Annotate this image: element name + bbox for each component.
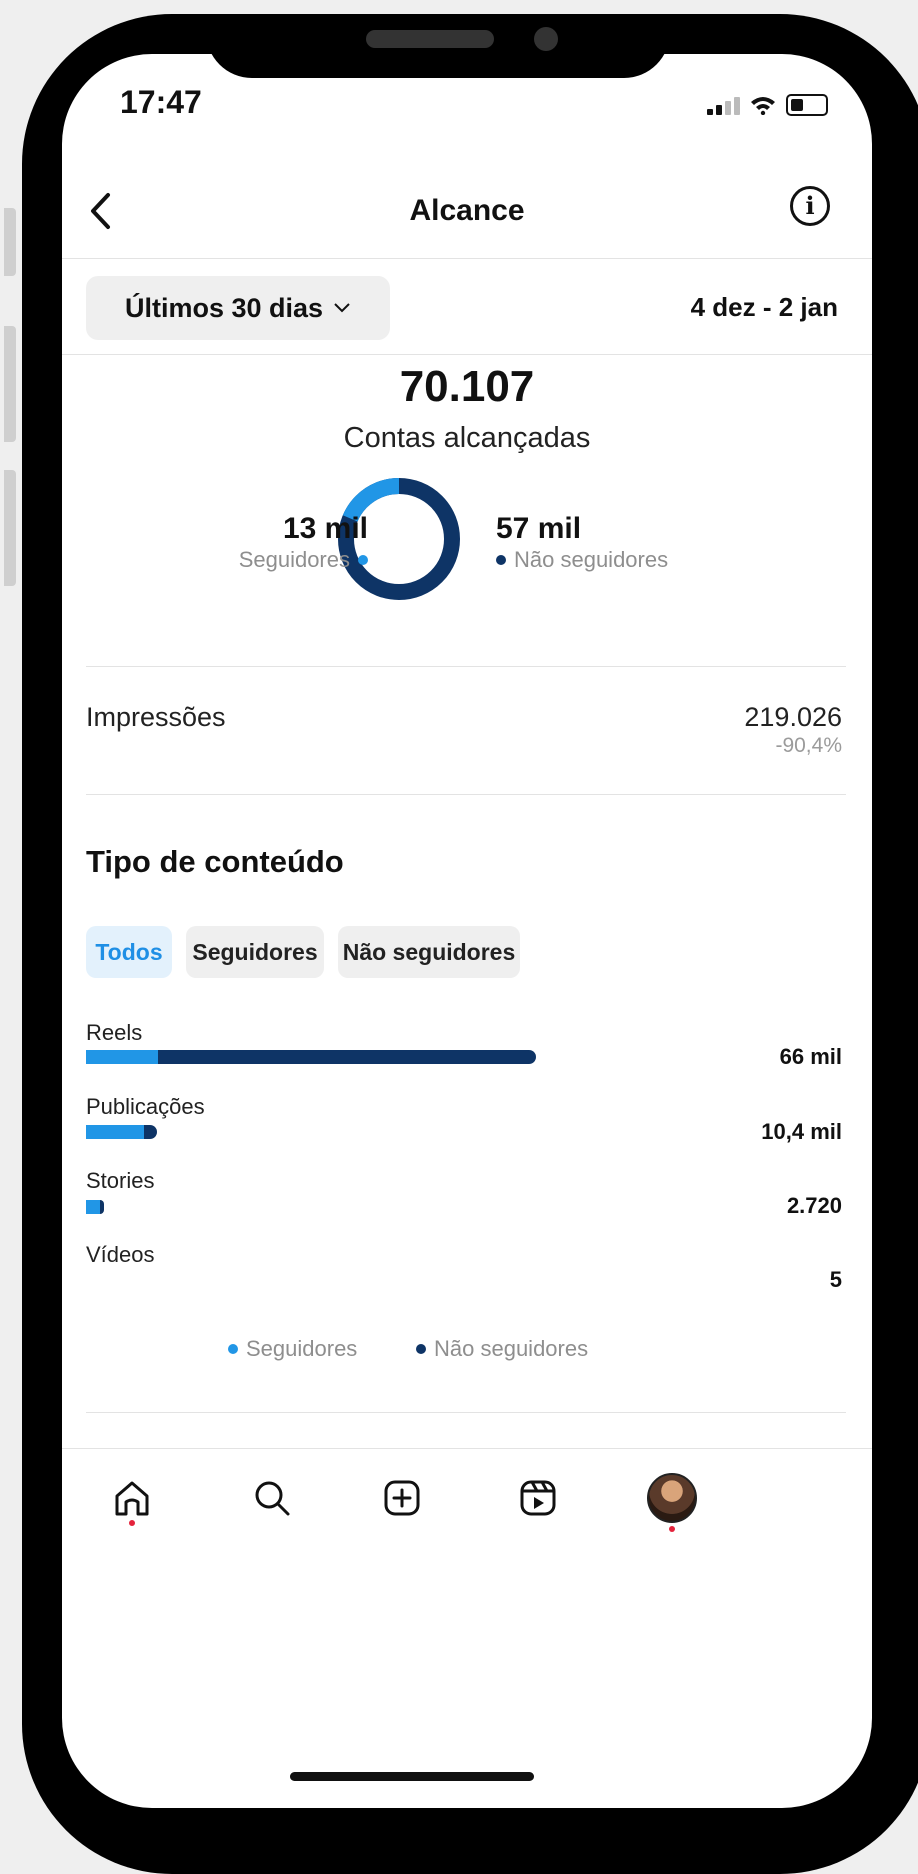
- bottom-tab-bar: [62, 1448, 872, 1598]
- home-icon: [115, 1481, 149, 1516]
- period-dropdown[interactable]: Últimos 30 dias: [86, 276, 390, 340]
- wifi-icon: [751, 97, 775, 115]
- content-row-value: 5: [829, 1267, 842, 1292]
- battery-icon: [786, 94, 828, 116]
- status-time: 17:47: [120, 84, 202, 120]
- front-camera: [534, 27, 558, 51]
- search-icon: [255, 1481, 290, 1516]
- legend-non-followers-label: Não seguidores: [434, 1336, 589, 1361]
- period-divider: [62, 354, 872, 355]
- filter-chip-non-followers[interactable]: Não seguidores: [338, 926, 520, 978]
- header-divider: [62, 258, 872, 259]
- followers-dot: [358, 555, 368, 565]
- legend-followers: Seguidores: [228, 1336, 357, 1362]
- non-followers-label: Não seguidores: [514, 547, 669, 572]
- home-indicator[interactable]: [290, 1772, 534, 1781]
- legend-non-followers-dot: [416, 1344, 426, 1354]
- tab-reels[interactable]: [508, 1468, 568, 1528]
- create-icon: [384, 1480, 420, 1516]
- profile-notification-dot: [669, 1526, 675, 1532]
- content-row-label: Stories: [86, 1168, 155, 1193]
- accounts-reached-value: 70.107: [399, 362, 535, 411]
- followers-value: 13 mil: [282, 512, 368, 545]
- tab-create[interactable]: [372, 1468, 432, 1528]
- phone-notch: [206, 14, 670, 78]
- signal-icon: [707, 95, 740, 115]
- content-divider: [86, 1412, 846, 1413]
- non-followers-dot: [496, 555, 506, 565]
- content-row-value: 66 mil: [779, 1044, 842, 1069]
- filter-chip-all[interactable]: Todos: [86, 926, 172, 978]
- phone-frame: 17:47 Alcance i Últimos 30 dias 4 dez - …: [22, 14, 918, 1874]
- phone-volume-down: [4, 470, 16, 586]
- legend-non-followers: Não seguidores: [416, 1336, 588, 1362]
- impressions-change: -90,4%: [775, 734, 842, 757]
- legend-followers-dot: [228, 1344, 238, 1354]
- accounts-reached-label: Contas alcançadas: [343, 422, 591, 454]
- app-header: Alcance i: [62, 164, 872, 254]
- speaker-grille: [366, 30, 494, 48]
- info-icon[interactable]: i: [790, 186, 830, 226]
- date-range: 4 dez - 2 jan: [690, 292, 838, 322]
- page-title: Alcance: [409, 194, 525, 227]
- screen: 17:47 Alcance i Últimos 30 dias 4 dez - …: [62, 54, 872, 1808]
- content-type-title: Tipo de conteúdo: [86, 844, 344, 879]
- content-row-value: 2.720: [786, 1193, 842, 1218]
- followers-label: Seguidores: [238, 547, 350, 572]
- status-icons: [707, 94, 828, 116]
- summary-divider: [86, 666, 846, 667]
- chevron-down-icon: [334, 303, 350, 313]
- non-followers-value: 57 mil: [496, 512, 582, 545]
- content-row-label: Reels: [86, 1020, 143, 1045]
- tab-search[interactable]: [242, 1468, 302, 1528]
- home-notification-dot: [129, 1520, 135, 1526]
- impressions-divider: [86, 794, 846, 795]
- impressions-value: 219.026: [744, 702, 842, 732]
- content-row-label: Vídeos: [86, 1242, 155, 1267]
- content-row-bar: [86, 1050, 536, 1064]
- impressions-label: Impressões: [86, 702, 226, 732]
- followers-label-row: Seguidores: [239, 547, 368, 573]
- tab-home[interactable]: [102, 1468, 162, 1528]
- legend-followers-label: Seguidores: [246, 1336, 358, 1361]
- phone-volume-up: [4, 326, 16, 442]
- period-label: Últimos 30 dias: [124, 292, 324, 323]
- non-followers-label-row: Não seguidores: [496, 547, 668, 573]
- profile-avatar: [647, 1473, 697, 1523]
- content-row-label: Publicações: [86, 1094, 205, 1119]
- reels-icon: [520, 1480, 556, 1516]
- filter-chip-followers[interactable]: Seguidores: [186, 926, 324, 978]
- phone-silent-switch: [4, 208, 16, 276]
- content-row-bar: [86, 1125, 157, 1139]
- content-row-bar: [86, 1200, 104, 1214]
- tab-profile[interactable]: [642, 1468, 702, 1532]
- content-row-value: 10,4 mil: [761, 1119, 842, 1144]
